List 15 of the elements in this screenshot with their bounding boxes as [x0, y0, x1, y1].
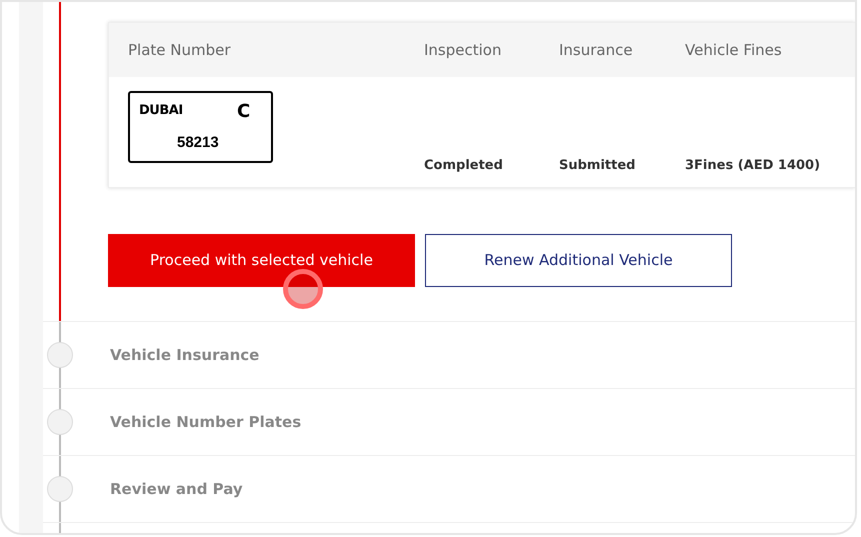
plate-number: 58213 [177, 133, 219, 153]
column-header: Inspection [424, 40, 502, 61]
insurance-status: Submitted [559, 156, 636, 174]
plate-code: C [237, 100, 250, 124]
vehicle-fines: 3Fines (AED 1400) [685, 156, 820, 174]
renew-button[interactable]: Renew Additional Vehicle [425, 234, 732, 287]
column-header: Vehicle Fines [685, 40, 783, 61]
plate-emirate: DUBAI [139, 102, 183, 120]
inspection-status: Completed [424, 156, 503, 174]
proceed-button[interactable]: Proceed with selected vehicle [108, 234, 415, 287]
step-title: Review and Pay [110, 478, 243, 500]
step-title: Vehicle Number Plates [110, 412, 302, 433]
column-header: Insurance [559, 40, 634, 61]
step-title: Vehicle Insurance [110, 344, 260, 366]
column-header: Plate Number [127, 40, 232, 61]
